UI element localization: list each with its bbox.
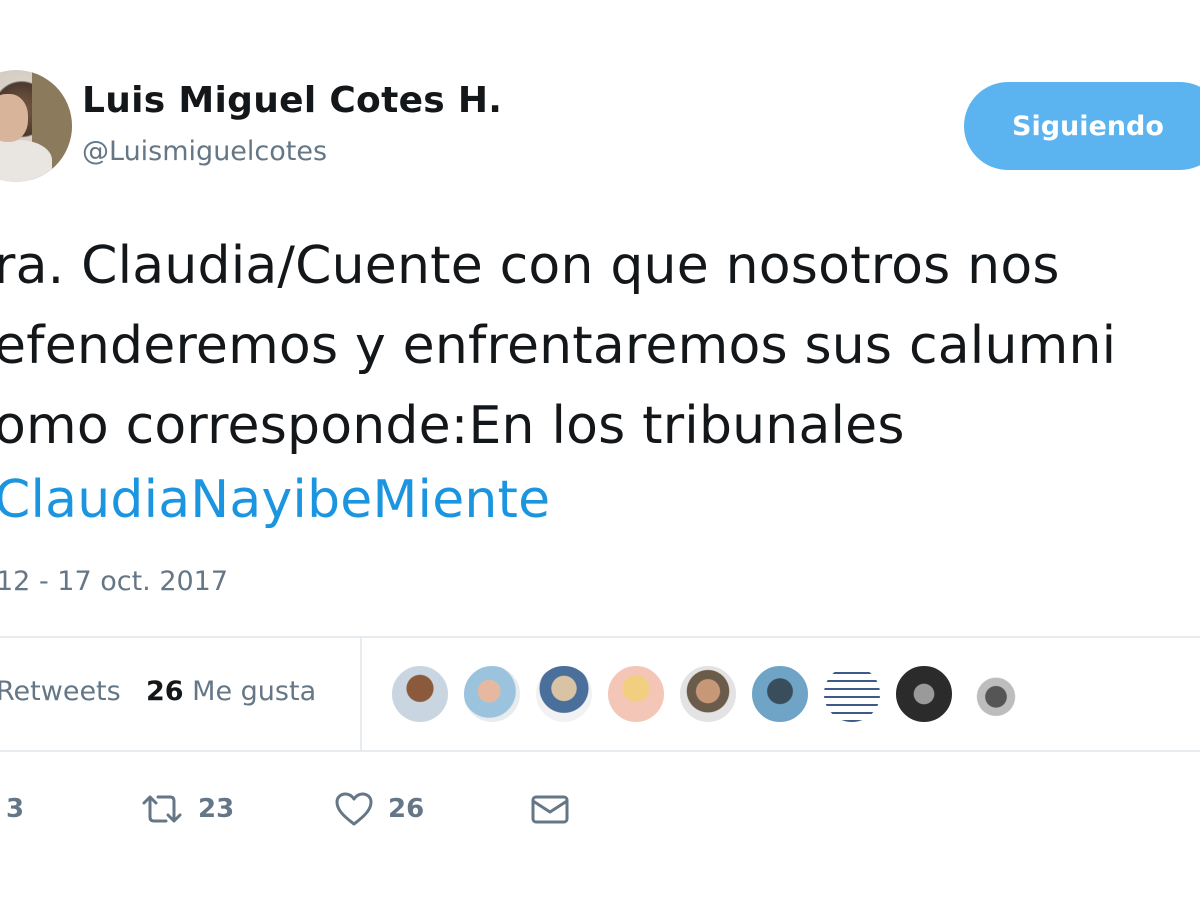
retweet-button[interactable]: 23 (140, 784, 234, 834)
likes-stat[interactable]: 26 Me gusta (146, 676, 316, 707)
envelope-icon (530, 792, 570, 826)
tweet-card: Luis Miguel Cotes H. @Luismiguelcotes Si… (0, 0, 1200, 900)
retweets-label: Retweets (0, 676, 121, 707)
liker-avatar[interactable] (966, 664, 1026, 724)
user-display-name[interactable]: Luis Miguel Cotes H. (82, 80, 502, 121)
tweet-text-line: efenderemos y enfrentaremos sus calumni (0, 316, 1117, 376)
tweet-text-line: ra. Claudia/Cuente con que nosotros nos (0, 236, 1060, 296)
liker-avatar[interactable] (894, 664, 954, 724)
user-avatar[interactable] (0, 70, 72, 182)
user-handle[interactable]: @Luismiguelcotes (82, 136, 327, 167)
avatar-face (0, 94, 28, 142)
liker-avatar[interactable] (678, 664, 738, 724)
retweet-icon (140, 793, 184, 825)
liker-avatar[interactable] (822, 664, 882, 724)
following-button[interactable]: Siguiendo (964, 82, 1200, 170)
like-button[interactable]: 26 (334, 784, 424, 834)
likes-label: Me gusta (192, 676, 317, 707)
like-count: 26 (388, 794, 425, 824)
liker-avatar[interactable] (462, 664, 522, 724)
likes-count: 26 (146, 676, 184, 707)
reply-button[interactable]: 3 (6, 784, 24, 834)
liker-avatar[interactable] (750, 664, 810, 724)
reply-count: 3 (6, 794, 25, 824)
direct-message-button[interactable] (530, 784, 570, 834)
divider (0, 636, 1200, 638)
avatar-shirt (0, 140, 52, 182)
stats-divider (360, 638, 362, 750)
liker-avatar[interactable] (534, 664, 594, 724)
hashtag-link[interactable]: ClaudiaNayibeMiente (0, 470, 550, 530)
tweet-text-line: omo corresponde:En los tribunales (0, 396, 905, 456)
divider (0, 750, 1200, 752)
liker-avatar[interactable] (606, 664, 666, 724)
retweet-count: 23 (198, 794, 235, 824)
heart-icon (334, 791, 374, 827)
liker-avatar[interactable] (390, 664, 450, 724)
tweet-timestamp[interactable]: 12 - 17 oct. 2017 (0, 566, 228, 597)
retweets-stat[interactable]: Retweets (0, 676, 121, 707)
